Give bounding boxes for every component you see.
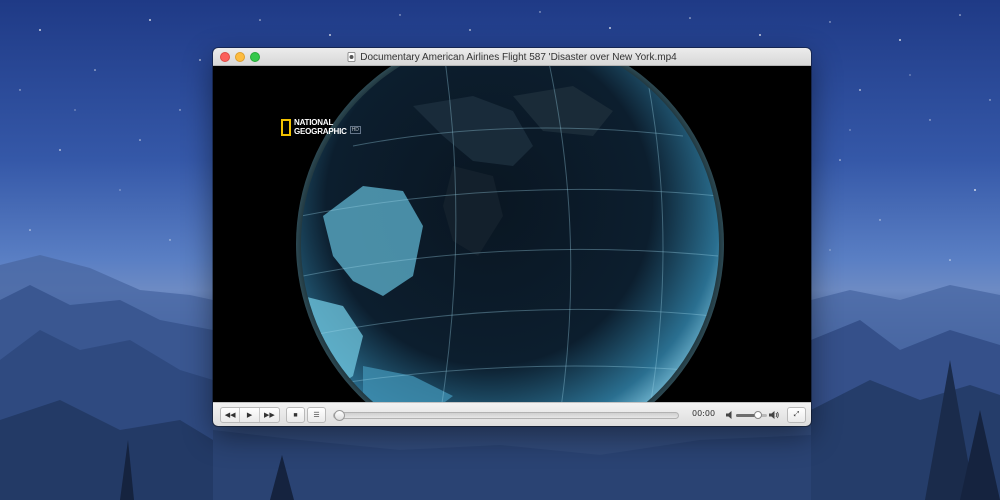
document-icon	[347, 52, 356, 62]
stop-group: ■	[286, 407, 305, 423]
player-window[interactable]: Documentary American Airlines Flight 587…	[213, 48, 811, 426]
playlist-button[interactable]: ☰	[308, 408, 325, 422]
logo-text: NATIONAL GEOGRAPHIC	[294, 118, 347, 136]
volume-handle[interactable]	[753, 411, 762, 419]
rewind-button[interactable]: ◀◀	[221, 408, 241, 422]
fast-forward-button[interactable]: ▶▶	[260, 408, 279, 422]
play-button[interactable]: ▶	[240, 408, 260, 422]
minimize-button[interactable]	[235, 52, 245, 62]
globe-video-frame	[296, 66, 724, 402]
close-button[interactable]	[220, 52, 230, 62]
fullscreen-group: ⤢	[787, 407, 806, 423]
volume-slider[interactable]	[736, 411, 767, 419]
national-geographic-logo: NATIONAL GEOGRAPHIC HD	[281, 118, 361, 136]
logo-line-2: GEOGRAPHIC	[294, 127, 347, 136]
playlist-group: ☰	[307, 407, 326, 423]
elapsed-time: 00:00	[692, 409, 716, 418]
video-area[interactable]: NATIONAL GEOGRAPHIC HD	[213, 66, 811, 402]
hd-badge: HD	[349, 126, 361, 134]
seek-handle[interactable]	[334, 410, 345, 421]
logo-frame-icon	[281, 118, 291, 136]
transport-controls: ◀◀ ▶ ▶▶	[220, 407, 280, 423]
fullscreen-button[interactable]: ⤢	[788, 408, 805, 422]
title-bar[interactable]: Documentary American Airlines Flight 587…	[213, 48, 811, 66]
zoom-button[interactable]	[250, 52, 260, 62]
volume-high-icon[interactable]	[769, 410, 779, 420]
seek-bar[interactable]	[333, 410, 679, 421]
stop-button[interactable]: ■	[287, 408, 304, 422]
window-title: Documentary American Airlines Flight 587…	[360, 51, 677, 63]
control-bar: ◀◀ ▶ ▶▶ ■ ☰ 00:00 ⤢	[213, 402, 811, 426]
logo-line-1: NATIONAL	[294, 118, 334, 127]
window-title-area: Documentary American Airlines Flight 587…	[213, 48, 811, 66]
volume-low-icon[interactable]	[726, 410, 734, 420]
